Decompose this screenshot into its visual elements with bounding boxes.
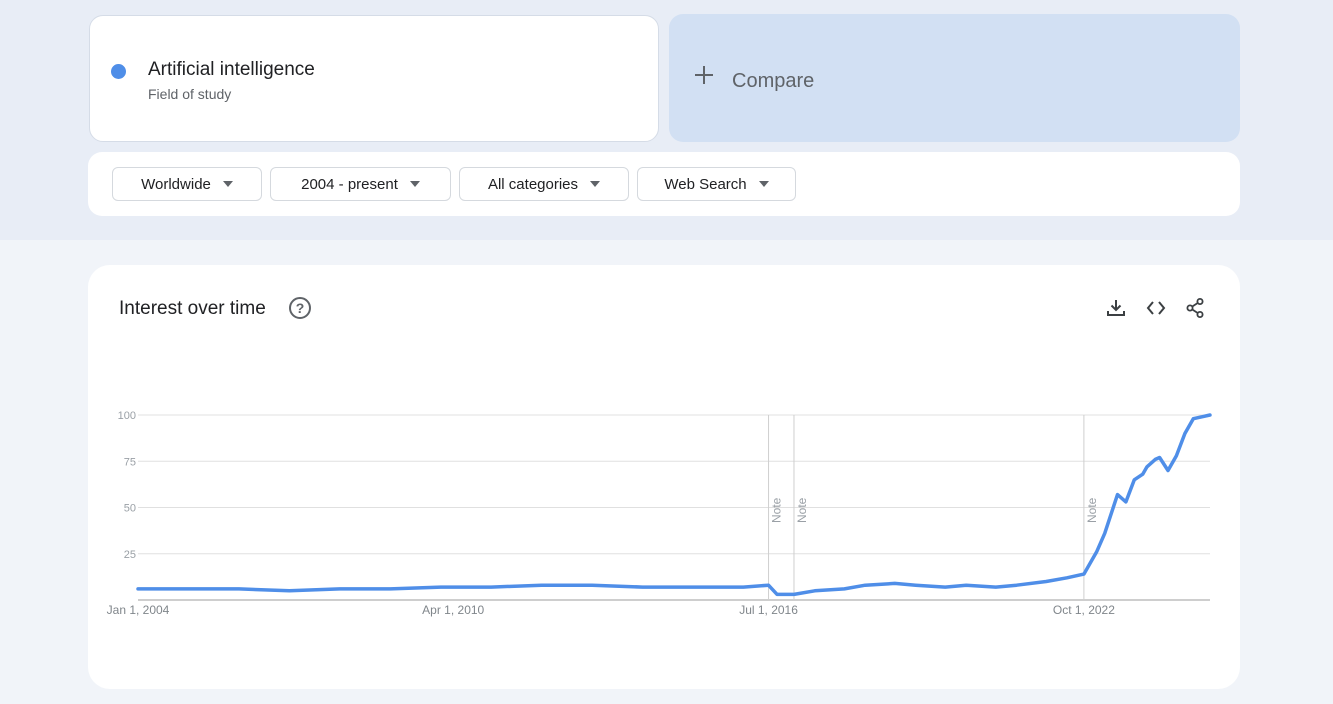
- filter-bar: Worldwide 2004 - present All categories …: [88, 152, 1240, 216]
- location-filter[interactable]: Worldwide: [112, 167, 262, 201]
- search-type-filter[interactable]: Web Search: [637, 167, 796, 201]
- y-tick-label: 100: [118, 410, 136, 422]
- category-filter[interactable]: All categories: [459, 167, 629, 201]
- y-tick-label: 50: [124, 503, 136, 515]
- search-term-card[interactable]: Artificial intelligence Field of study: [89, 15, 659, 142]
- term-name[interactable]: Artificial intelligence: [148, 59, 315, 81]
- location-filter-label: Worldwide: [141, 175, 211, 193]
- caret-down-icon: [758, 181, 769, 187]
- caret-down-icon: [409, 181, 420, 187]
- interest-over-time-card: Interest over time ? 100 75 50 25 Note Note No…: [88, 265, 1240, 689]
- x-tick-label: Oct 1, 2022: [1053, 603, 1115, 617]
- search-type-filter-label: Web Search: [664, 175, 747, 193]
- category-filter-label: All categories: [487, 175, 579, 193]
- compare-button[interactable]: Compare: [669, 14, 1240, 142]
- y-tick-label: 75: [124, 456, 136, 468]
- term-category: Field of study: [148, 86, 232, 102]
- interest-series-line: [136, 413, 1212, 597]
- x-tick-label: Jan 1, 2004: [107, 603, 170, 617]
- compare-label: Compare: [732, 70, 815, 92]
- term-color-dot: [111, 64, 126, 79]
- time-range-filter[interactable]: 2004 - present: [270, 167, 451, 201]
- time-range-filter-label: 2004 - present: [301, 175, 398, 193]
- note-marker-label: Note: [770, 497, 784, 523]
- note-marker-label: Note: [795, 497, 809, 523]
- plus-icon: [695, 66, 713, 84]
- y-tick-label: 25: [124, 549, 136, 561]
- x-tick-label: Jul 1, 2016: [739, 603, 798, 617]
- note-marker-label: Note: [1085, 497, 1099, 523]
- caret-down-icon: [222, 181, 233, 187]
- x-tick-label: Apr 1, 2010: [422, 603, 484, 617]
- caret-down-icon: [590, 181, 601, 187]
- interest-chart[interactable]: 100 75 50 25 Note Note Note Jan 1, 2004 Apr 1, 2…: [88, 265, 1240, 689]
